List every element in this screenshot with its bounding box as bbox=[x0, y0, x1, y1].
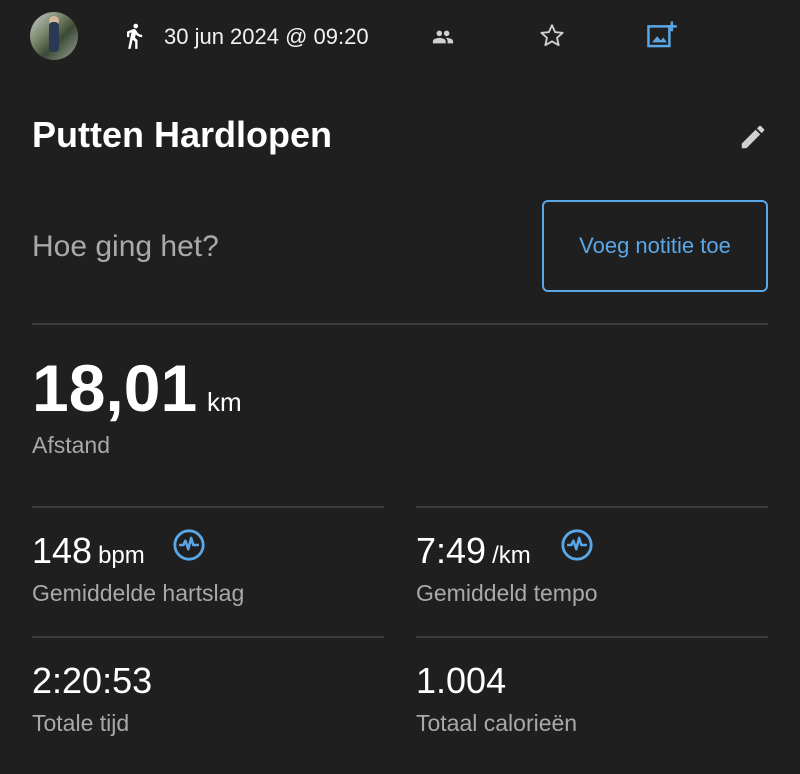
stat-number: 148 bbox=[32, 530, 93, 571]
activity-title: Putten Hardlopen bbox=[32, 114, 333, 155]
divider bbox=[416, 506, 768, 508]
avg-heart-rate-label: Gemiddelde hartslag bbox=[32, 580, 245, 606]
divider bbox=[32, 506, 384, 508]
distance-label: Afstand bbox=[32, 432, 110, 458]
activity-date: 30 jun 2024 @ 09:20 bbox=[164, 24, 369, 49]
add-photo-icon[interactable] bbox=[646, 20, 678, 50]
divider bbox=[32, 636, 384, 638]
stat-number: 2:20:53 bbox=[32, 660, 153, 701]
distance-value: 18,01 bbox=[32, 351, 198, 425]
stat-unit: bpm bbox=[98, 542, 145, 569]
stat-unit: /km bbox=[492, 542, 531, 569]
star-icon[interactable] bbox=[538, 22, 566, 50]
avatar[interactable] bbox=[30, 12, 78, 60]
header-bar: 30 jun 2024 @ 09:20 bbox=[0, 0, 800, 76]
stat-number: 1.004 bbox=[416, 660, 507, 701]
people-icon[interactable] bbox=[430, 26, 456, 48]
running-icon bbox=[127, 23, 143, 49]
total-calories-label: Totaal calorieën bbox=[416, 710, 578, 736]
note-prompt: Hoe ging het? bbox=[32, 230, 219, 263]
avg-pace-value: 7:49/km bbox=[416, 530, 531, 572]
edit-icon[interactable] bbox=[738, 122, 768, 152]
stat-number: 7:49 bbox=[416, 530, 487, 571]
add-note-button[interactable]: Voeg notitie toe bbox=[542, 200, 768, 292]
avg-pace-label: Gemiddeld tempo bbox=[416, 580, 598, 606]
distance-unit: km bbox=[207, 387, 242, 417]
avg-heart-rate-value: 148 bpm bbox=[32, 530, 145, 572]
divider bbox=[416, 636, 768, 638]
heart-rate-icon[interactable] bbox=[172, 528, 206, 562]
avatar-figure bbox=[49, 22, 59, 52]
divider bbox=[32, 323, 768, 325]
total-time-label: Totale tijd bbox=[32, 710, 130, 736]
total-calories-value: 1.004 bbox=[416, 660, 506, 702]
activity-detail-page: 30 jun 2024 @ 09:20 Putten Hardlopen Hoe… bbox=[0, 0, 800, 774]
heart-rate-icon[interactable] bbox=[560, 528, 594, 562]
total-time-value: 2:20:53 bbox=[32, 660, 152, 702]
